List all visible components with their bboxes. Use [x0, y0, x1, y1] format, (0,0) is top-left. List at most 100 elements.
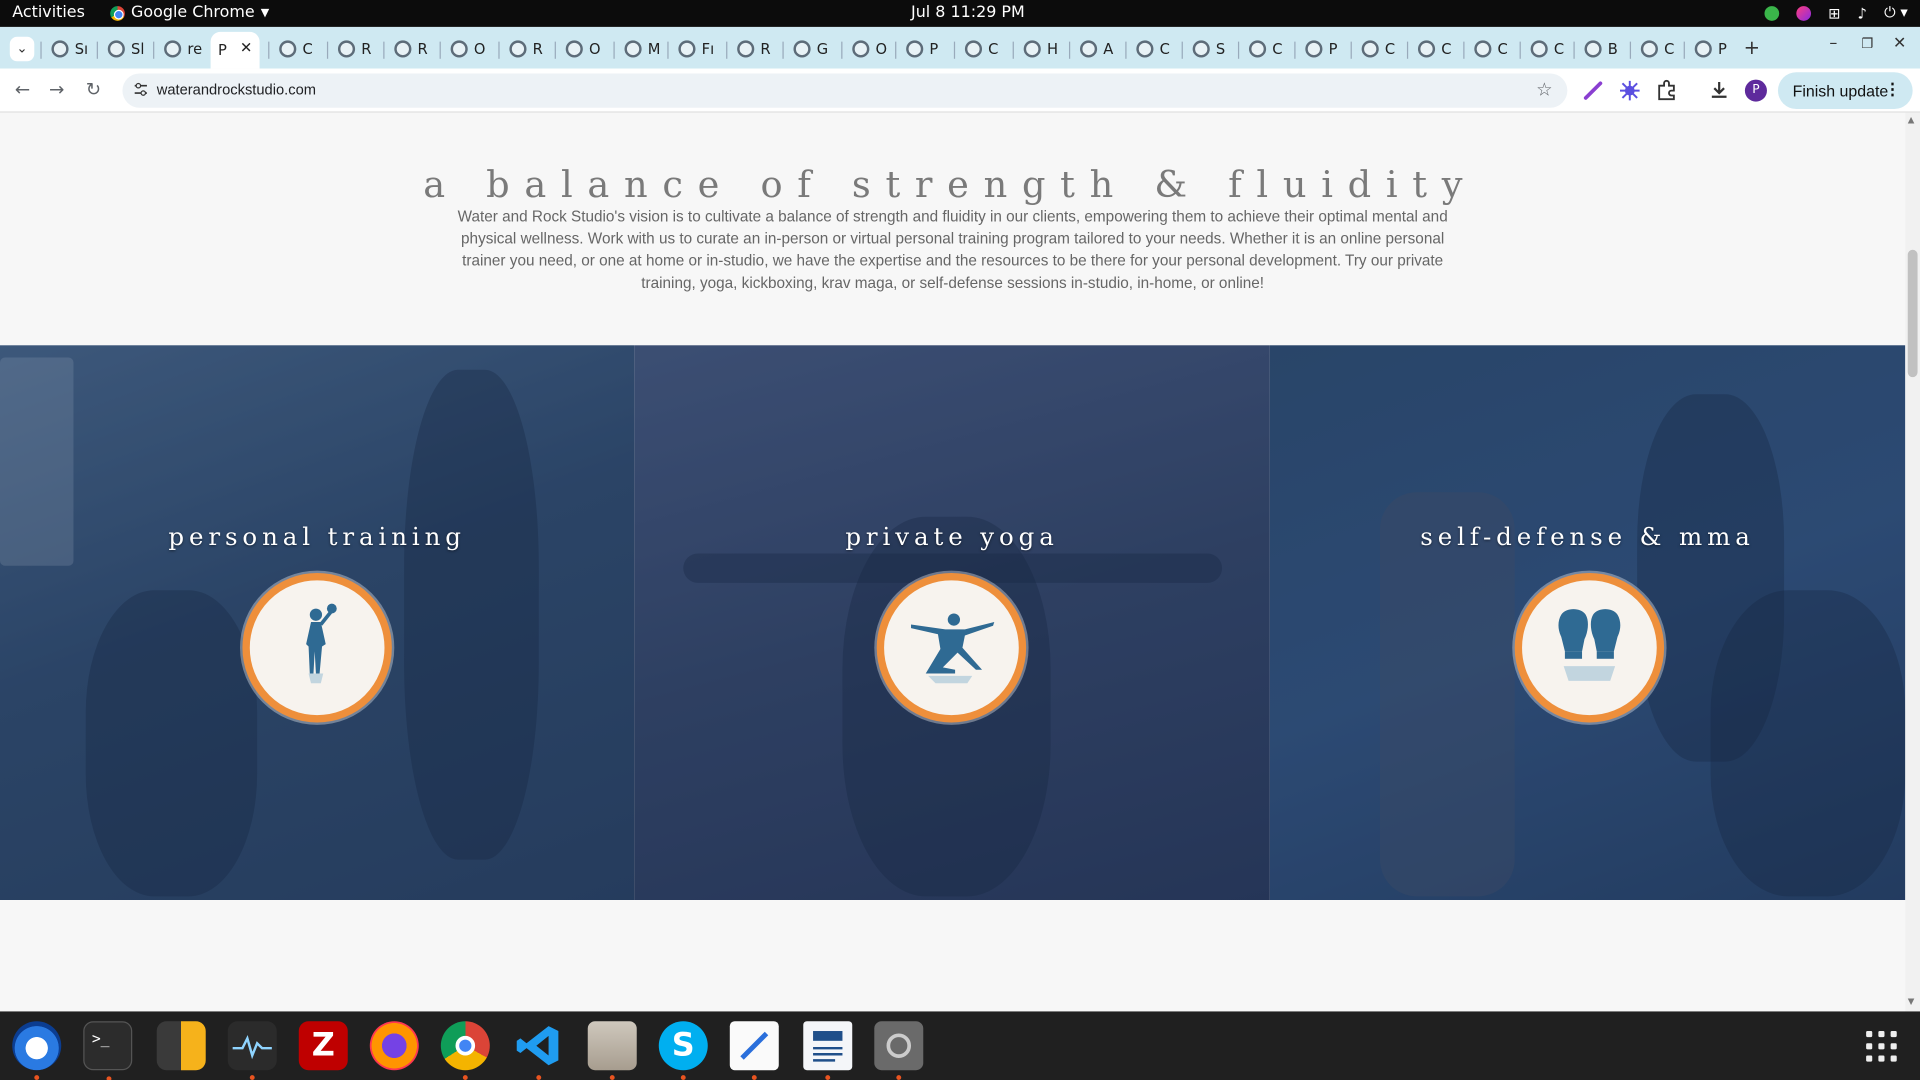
back-button[interactable]: ← — [15, 78, 30, 100]
tab-favicon-icon — [1023, 40, 1041, 58]
color-picker-icon[interactable] — [1796, 5, 1811, 21]
calculator-icon[interactable] — [156, 1021, 206, 1071]
tab-search-icon[interactable]: ⌄ — [9, 36, 35, 62]
extensions-puzzle-icon[interactable] — [1656, 79, 1678, 102]
chrome-icon[interactable] — [440, 1021, 490, 1080]
browser-tab[interactable]: P — [1298, 33, 1337, 65]
site-settings-icon[interactable] — [133, 82, 148, 97]
browser-tab[interactable]: P — [1687, 33, 1727, 65]
volume-icon[interactable]: ♪ — [1858, 4, 1867, 21]
tab-label: G — [816, 40, 829, 58]
vscode-icon[interactable] — [514, 1021, 563, 1080]
tab-favicon-icon — [1248, 40, 1267, 58]
app-grid-icon[interactable] — [1866, 1031, 1898, 1063]
browser-tab[interactable]: C — [1129, 33, 1170, 65]
filezilla-icon[interactable]: Z — [298, 1021, 348, 1071]
profile-avatar[interactable]: P — [1744, 79, 1767, 102]
close-window-button[interactable]: ✕ — [1893, 34, 1906, 52]
browser-tab[interactable]: Sı — [44, 33, 88, 65]
close-icon[interactable]: ✕ — [240, 39, 252, 56]
scroll-up-arrow-icon[interactable]: ▲ — [1908, 115, 1915, 125]
browser-tab[interactable]: R — [331, 33, 371, 65]
browser-tab[interactable]: O — [845, 33, 887, 65]
browser-tab[interactable]: G — [786, 33, 828, 65]
tab-separator — [326, 41, 329, 59]
tab-label: M — [647, 40, 661, 58]
bookmark-star-icon[interactable]: ☆ — [1536, 78, 1552, 100]
power-icon[interactable]: ⏻ ▾ — [1884, 4, 1908, 22]
browser-tab[interactable]: O — [443, 33, 485, 65]
firefox-icon[interactable] — [369, 1021, 419, 1071]
tab-separator — [1406, 41, 1409, 59]
browser-tab[interactable]: C — [1411, 33, 1452, 65]
kettlebell-athlete-icon — [306, 603, 337, 684]
browser-tab[interactable]: R — [730, 33, 771, 65]
intro-paragraph: Water and Rock Studio's vision is to cul… — [457, 208, 1448, 292]
service-title: self-defense & mma — [1420, 521, 1755, 552]
system-monitor-icon[interactable] — [227, 1021, 277, 1080]
browser-tab[interactable]: C — [1523, 33, 1564, 65]
tab-separator — [667, 41, 669, 59]
browser-tab[interactable]: C — [958, 33, 998, 65]
scroll-down-arrow-icon[interactable]: ▼ — [1908, 997, 1915, 1007]
tab-active[interactable]: P ✕ — [210, 31, 260, 69]
tab-favicon-icon — [394, 40, 412, 58]
tab-favicon-icon — [279, 40, 297, 58]
service-badge — [242, 573, 392, 723]
tab-separator — [953, 41, 956, 59]
minimize-button[interactable]: – — [1829, 34, 1837, 52]
files-icon[interactable] — [587, 1021, 637, 1080]
sparkle-extension-icon[interactable] — [1619, 80, 1641, 102]
tab-separator — [613, 41, 615, 59]
browser-tab[interactable]: re — [157, 33, 202, 65]
clock[interactable]: Jul 8 11:29 PM — [911, 4, 1025, 22]
browser-tab[interactable]: A — [1073, 33, 1113, 65]
tab-separator — [1012, 41, 1014, 59]
tab-label: C — [1441, 40, 1452, 58]
forward-button[interactable]: → — [49, 78, 64, 100]
service-card-self-defense-mma[interactable]: self-defense & mma — [1269, 345, 1906, 901]
url-text[interactable]: waterandrockstudio.com — [157, 81, 316, 98]
browser-tab[interactable]: R — [387, 33, 428, 65]
browser-tab[interactable]: Fı — [671, 33, 714, 65]
address-bar[interactable]: waterandrockstudio.com ☆ — [122, 73, 1568, 108]
shield-check-icon[interactable] — [1764, 5, 1780, 21]
download-icon[interactable] — [1708, 80, 1730, 102]
browser-tab[interactable]: Sl — [100, 33, 144, 65]
page-scrollbar[interactable]: ▲ ▼ — [1905, 112, 1920, 1012]
browser-tab[interactable]: P — [899, 33, 938, 65]
browser-tab[interactable]: R — [502, 33, 543, 65]
terminal-icon[interactable]: >_ — [83, 1021, 133, 1080]
browser-tab[interactable]: S — [1185, 33, 1225, 65]
system-tray[interactable]: ⊞ ♪ ⏻ ▾ — [1764, 4, 1908, 22]
scrollbar-thumb[interactable] — [1907, 249, 1918, 378]
app-menu[interactable]: Google Chrome ▼ — [110, 4, 269, 22]
browser-tab[interactable]: B — [1577, 33, 1618, 65]
browser-tab[interactable]: C — [272, 33, 313, 65]
browser-tab[interactable]: M — [617, 33, 660, 65]
maximize-button[interactable]: ❐ — [1861, 36, 1873, 52]
browser-tab[interactable]: H — [1016, 33, 1058, 65]
activities-button[interactable]: Activities — [12, 4, 85, 22]
browser-tab[interactable]: O — [558, 33, 601, 65]
finish-update-button[interactable]: Finish update ⋮ — [1777, 72, 1913, 109]
menu-kebab-icon: ⋮ — [1884, 79, 1901, 98]
disk-icon[interactable] — [874, 1021, 924, 1080]
thunderbird-icon[interactable] — [12, 1021, 62, 1080]
browser-tab[interactable]: C — [1467, 33, 1508, 65]
pen-extension-icon[interactable] — [1582, 80, 1604, 102]
browser-tab[interactable]: C — [1633, 33, 1674, 65]
document-viewer-icon[interactable] — [803, 1021, 853, 1080]
reload-button[interactable]: ↻ — [86, 78, 101, 100]
new-tab-button[interactable]: + — [1744, 36, 1760, 59]
tab-favicon-icon — [1192, 40, 1210, 58]
tab-favicon-icon — [964, 40, 983, 58]
service-card-private-yoga[interactable]: private yoga — [634, 345, 1270, 901]
browser-tab[interactable]: C — [1242, 33, 1283, 65]
text-editor-icon[interactable] — [729, 1021, 779, 1080]
tab-favicon-icon — [565, 40, 583, 58]
service-card-personal-training[interactable]: personal training — [0, 345, 635, 901]
skype-icon[interactable]: S — [658, 1021, 708, 1080]
network-icon[interactable]: ⊞ — [1828, 4, 1840, 21]
browser-tab[interactable]: C — [1354, 33, 1395, 65]
